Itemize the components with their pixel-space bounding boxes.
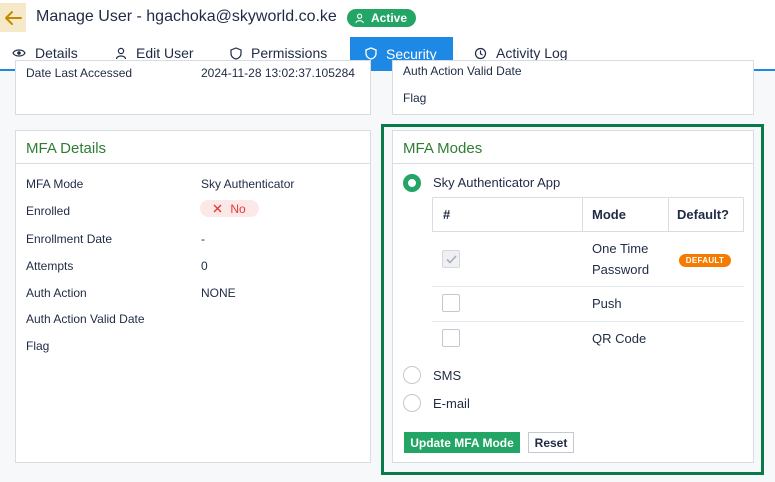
modes-table-header: # Mode Default?	[432, 197, 744, 232]
column-divider	[582, 198, 583, 231]
row-divider	[432, 321, 744, 322]
auth-action-valid-date-label: Auth Action Valid Date	[403, 64, 522, 78]
tab-label: Details	[35, 45, 78, 61]
detail-label: Enrolled	[26, 204, 71, 218]
shield-icon	[230, 46, 242, 60]
page-title: Manage User - hgachoka@skyworld.co.ke	[36, 8, 337, 25]
user-icon	[115, 47, 127, 59]
detail-label: MFA Mode	[26, 177, 84, 191]
radio-label: SMS	[433, 368, 462, 383]
user-check-icon	[355, 13, 364, 23]
column-header: #	[443, 207, 451, 222]
flag-label: Flag	[403, 91, 427, 105]
page-header: Manage User - hgachoka@skyworld.co.ke Ac…	[0, 0, 775, 37]
mode-checkbox[interactable]	[442, 329, 460, 347]
detail-label: Auth Action	[26, 286, 87, 300]
check-icon	[445, 254, 457, 264]
eye-icon	[12, 49, 26, 57]
radio-label: Sky Authenticator App	[433, 175, 561, 190]
default-badge: DEFAULT	[679, 254, 731, 267]
shield-icon	[365, 47, 377, 60]
radio-sms[interactable]	[403, 366, 421, 384]
mfa-details-card: MFA Details MFA Mode Sky Authenticator E…	[15, 130, 371, 463]
radio-label: E-mail	[433, 396, 470, 411]
back-button[interactable]	[0, 3, 26, 32]
account-details-card: Date Last Accessed 2024-11-28 13:02:37.1…	[15, 60, 371, 115]
detail-label: Auth Action Valid Date	[26, 312, 145, 326]
update-mfa-mode-button[interactable]: Update MFA Mode	[404, 432, 520, 453]
mode-checkbox[interactable]	[442, 294, 460, 312]
detail-value: 0	[201, 259, 208, 273]
divider	[16, 163, 370, 164]
column-header: Mode	[592, 207, 626, 222]
tab-label: Activity Log	[496, 45, 568, 61]
close-icon	[213, 204, 222, 213]
mode-checkbox[interactable]	[442, 250, 460, 268]
row-divider	[432, 286, 744, 287]
tab-label: Permissions	[251, 45, 328, 61]
mode-name: Push	[592, 296, 622, 311]
column-header: Default?	[677, 207, 729, 222]
tab-label: Edit User	[136, 45, 194, 61]
date-last-accessed-value: 2024-11-28 13:02:37.105284	[201, 66, 355, 80]
history-icon	[474, 47, 487, 59]
arrow-left-icon	[5, 10, 22, 25]
reset-button[interactable]: Reset	[528, 432, 574, 453]
detail-label: Enrollment Date	[26, 232, 113, 246]
enrolled-value: No	[230, 201, 246, 216]
detail-label: Attempts	[26, 259, 74, 273]
status-text: Active	[371, 11, 408, 25]
detail-value: Sky Authenticator	[201, 177, 295, 191]
detail-value: NONE	[201, 286, 236, 300]
date-last-accessed-label: Date Last Accessed	[26, 66, 133, 80]
detail-value: -	[201, 232, 205, 246]
detail-label: Flag	[26, 339, 50, 353]
column-divider	[668, 198, 669, 231]
status-badge: Active	[347, 9, 417, 27]
radio-email[interactable]	[403, 394, 421, 412]
mode-name: QR Code	[592, 331, 647, 346]
card-title: MFA Details	[26, 140, 107, 157]
mode-name: One Time Password	[592, 241, 650, 277]
radio-sky-authenticator[interactable]	[403, 174, 421, 192]
auth-details-card: Auth Action Valid Date Flag	[392, 60, 754, 115]
enrolled-status-badge: No	[200, 200, 259, 217]
